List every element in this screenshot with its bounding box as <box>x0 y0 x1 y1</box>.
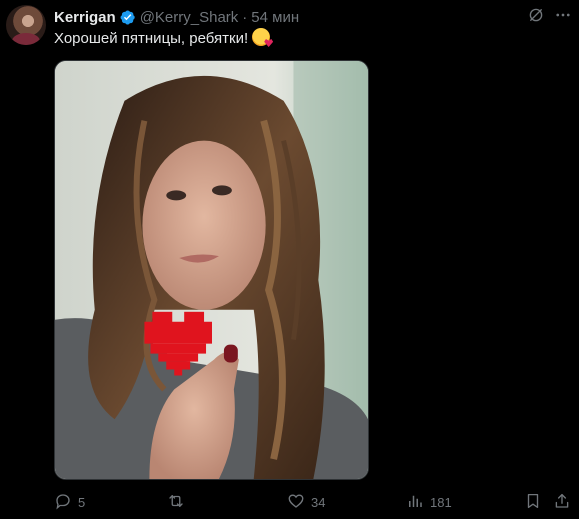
reply-count: 5 <box>78 494 86 510</box>
verified-badge-icon <box>119 9 136 26</box>
tweet-text: Хорошей пятницы, ребятки! <box>54 28 271 49</box>
share-icon <box>553 492 571 513</box>
tweet-photo[interactable] <box>54 60 369 480</box>
like-button[interactable]: 34 <box>287 490 325 514</box>
reply-button[interactable]: 5 <box>54 490 85 514</box>
tweet-actions: 5 34 181 <box>54 490 573 514</box>
avatar-shirt <box>12 33 40 45</box>
views-button[interactable]: 181 <box>406 490 452 514</box>
retweet-icon <box>167 492 185 513</box>
views-count: 181 <box>430 494 452 510</box>
like-count: 34 <box>311 494 326 510</box>
like-icon <box>287 492 305 513</box>
retweet-button[interactable] <box>167 490 191 514</box>
grok-button[interactable] <box>525 6 547 28</box>
avatar[interactable] <box>6 5 46 45</box>
smiling-face-with-hearts-icon <box>252 28 271 46</box>
tweet-text-content: Хорошей пятницы, ребятки! <box>54 30 249 47</box>
header-separator: · <box>242 8 248 26</box>
tweet-timestamp[interactable]: 54 мин <box>251 9 299 26</box>
bookmark-button[interactable] <box>524 490 542 514</box>
share-button[interactable] <box>553 490 571 514</box>
grok-icon <box>527 6 545 29</box>
views-icon <box>406 492 424 513</box>
bookmark-icon <box>524 492 542 513</box>
author-name[interactable]: Kerrigan <box>54 9 116 26</box>
tweet-header: Kerrigan @Kerry_Shark · 54 мин <box>54 7 299 27</box>
more-icon <box>554 6 572 29</box>
tweet[interactable]: Kerrigan @Kerry_Shark · 54 мин Хорошей п… <box>0 0 579 519</box>
author-handle[interactable]: @Kerry_Shark <box>140 9 239 26</box>
reply-icon <box>54 492 72 513</box>
more-button[interactable] <box>552 6 574 28</box>
